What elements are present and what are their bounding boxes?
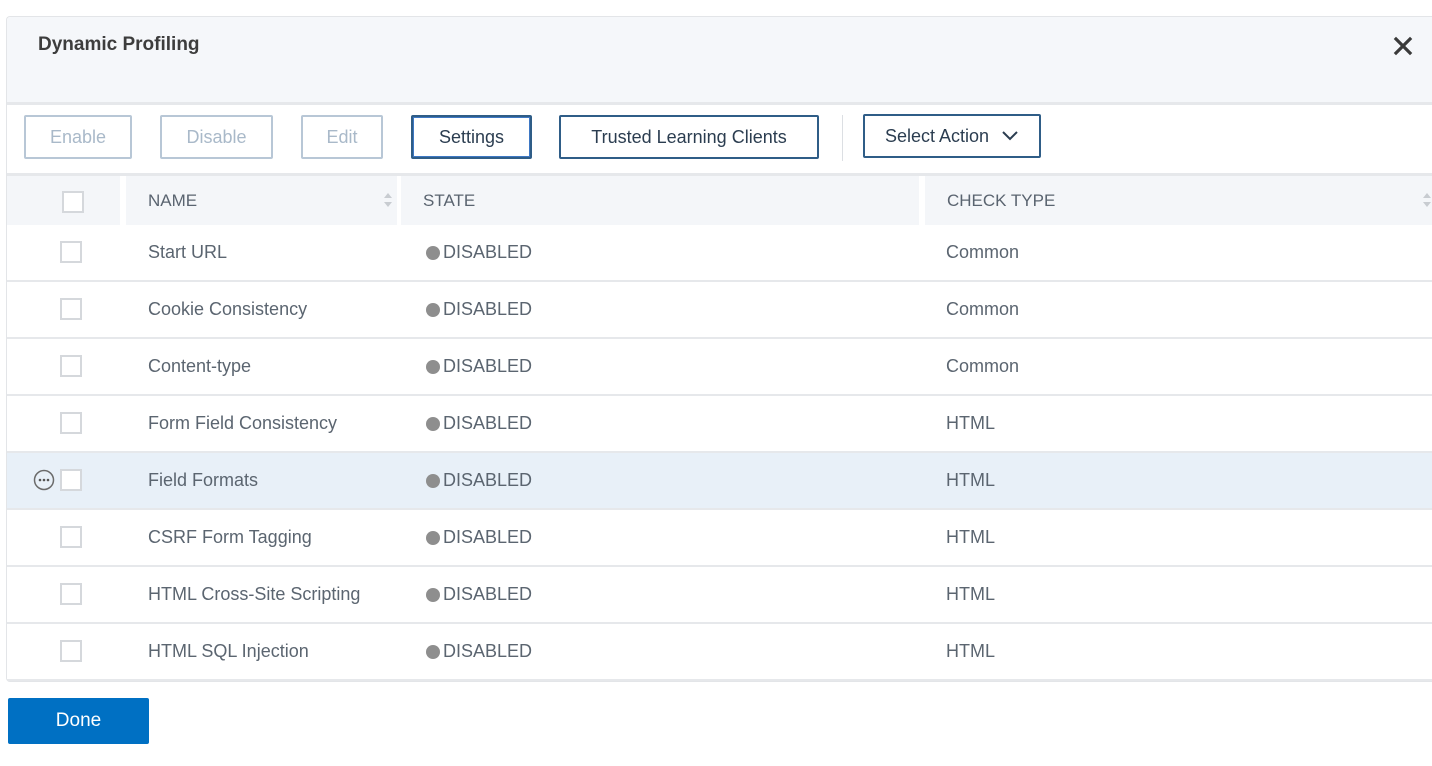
column-header-name-label: NAME xyxy=(148,190,198,210)
header-select-cell xyxy=(7,176,120,225)
dynamic-profiling-dialog: Dynamic Profiling Enable Disable Edit Se… xyxy=(6,16,1432,682)
toolbar: Enable Disable Edit Settings Trusted Lea… xyxy=(7,105,1432,176)
select-action-label: Select Action xyxy=(884,125,990,146)
column-header-state-label: STATE xyxy=(423,190,476,210)
select-action-dropdown[interactable]: Select Action xyxy=(863,114,1041,158)
row-name: CSRF Form Tagging xyxy=(148,527,312,547)
row-checkbox[interactable] xyxy=(60,355,82,377)
trusted-learning-clients-button[interactable]: Trusted Learning Clients xyxy=(559,115,819,159)
status-disabled-icon xyxy=(426,530,440,545)
row-name: HTML Cross-Site Scripting xyxy=(148,584,361,604)
row-check-type: HTML xyxy=(946,641,995,661)
status-disabled-icon xyxy=(426,644,440,659)
status-disabled-icon xyxy=(426,473,440,488)
sort-icon[interactable] xyxy=(1422,191,1432,209)
edit-button[interactable]: Edit xyxy=(301,115,383,159)
row-checkbox[interactable] xyxy=(60,412,82,434)
row-state: DISABLED xyxy=(426,339,532,394)
column-header-check-type-label: CHECK TYPE xyxy=(947,190,1056,210)
dialog-header: Dynamic Profiling xyxy=(7,17,1432,105)
row-check-type: HTML xyxy=(946,527,995,547)
row-name: Field Formats xyxy=(148,470,259,490)
row-checkbox[interactable] xyxy=(60,469,82,491)
row-name: Cookie Consistency xyxy=(148,299,308,319)
table-row[interactable]: HTML SQL Injection DISABLED HTML xyxy=(7,624,1432,681)
column-header-state[interactable]: STATE xyxy=(401,176,919,225)
row-checkbox[interactable] xyxy=(60,583,82,605)
table-header: NAME STATE CHECK TYPE xyxy=(7,176,1432,225)
row-check-type: Common xyxy=(946,356,1020,376)
row-state: DISABLED xyxy=(426,510,532,565)
row-check-type: Common xyxy=(946,299,1020,319)
disable-button[interactable]: Disable xyxy=(160,115,273,159)
sort-icon[interactable] xyxy=(383,191,393,209)
row-checkbox[interactable] xyxy=(60,298,82,320)
row-state: DISABLED xyxy=(426,282,532,337)
table-row[interactable]: CSRF Form Tagging DISABLED HTML xyxy=(7,510,1432,567)
row-check-type: HTML xyxy=(946,584,995,604)
row-state: DISABLED xyxy=(426,453,532,508)
row-state: DISABLED xyxy=(426,225,532,280)
table-row[interactable]: Cookie Consistency DISABLED Common xyxy=(7,282,1432,339)
row-checkbox[interactable] xyxy=(60,241,82,263)
column-header-name[interactable]: NAME xyxy=(126,176,397,225)
row-checkbox[interactable] xyxy=(60,526,82,548)
status-disabled-icon xyxy=(426,245,440,260)
row-check-type: HTML xyxy=(946,470,995,490)
row-state: DISABLED xyxy=(426,396,532,451)
table-row[interactable]: Form Field Consistency DISABLED HTML xyxy=(7,396,1432,453)
chevron-down-icon xyxy=(1002,131,1018,141)
row-checkbox[interactable] xyxy=(60,640,82,662)
dialog-title: Dynamic Profiling xyxy=(38,34,200,55)
table-row[interactable]: HTML Cross-Site Scripting DISABLED HTML xyxy=(7,567,1432,624)
row-check-type: HTML xyxy=(946,413,995,433)
status-disabled-icon xyxy=(426,416,440,431)
row-name: Form Field Consistency xyxy=(148,413,338,433)
column-header-check-type[interactable]: CHECK TYPE xyxy=(925,176,1432,225)
settings-button[interactable]: Settings xyxy=(411,115,532,159)
more-options-icon[interactable] xyxy=(33,469,55,491)
row-name: HTML SQL Injection xyxy=(148,641,309,661)
toolbar-divider xyxy=(842,115,843,161)
table-row[interactable]: Field Formats DISABLED HTML xyxy=(7,453,1432,510)
close-icon[interactable] xyxy=(1392,35,1414,57)
status-disabled-icon xyxy=(426,587,440,602)
row-name: Start URL xyxy=(148,242,228,262)
status-disabled-icon xyxy=(426,359,440,374)
status-disabled-icon xyxy=(426,302,440,317)
row-name: Content-type xyxy=(148,356,252,376)
row-state: DISABLED xyxy=(426,567,532,622)
row-check-type: Common xyxy=(946,242,1020,262)
enable-button[interactable]: Enable xyxy=(24,115,132,159)
table-row[interactable]: Start URL DISABLED Common xyxy=(7,225,1432,282)
select-all-checkbox[interactable] xyxy=(62,191,84,213)
table-row[interactable]: Content-type DISABLED Common xyxy=(7,339,1432,396)
row-state: DISABLED xyxy=(426,624,532,679)
done-button[interactable]: Done xyxy=(8,698,149,744)
